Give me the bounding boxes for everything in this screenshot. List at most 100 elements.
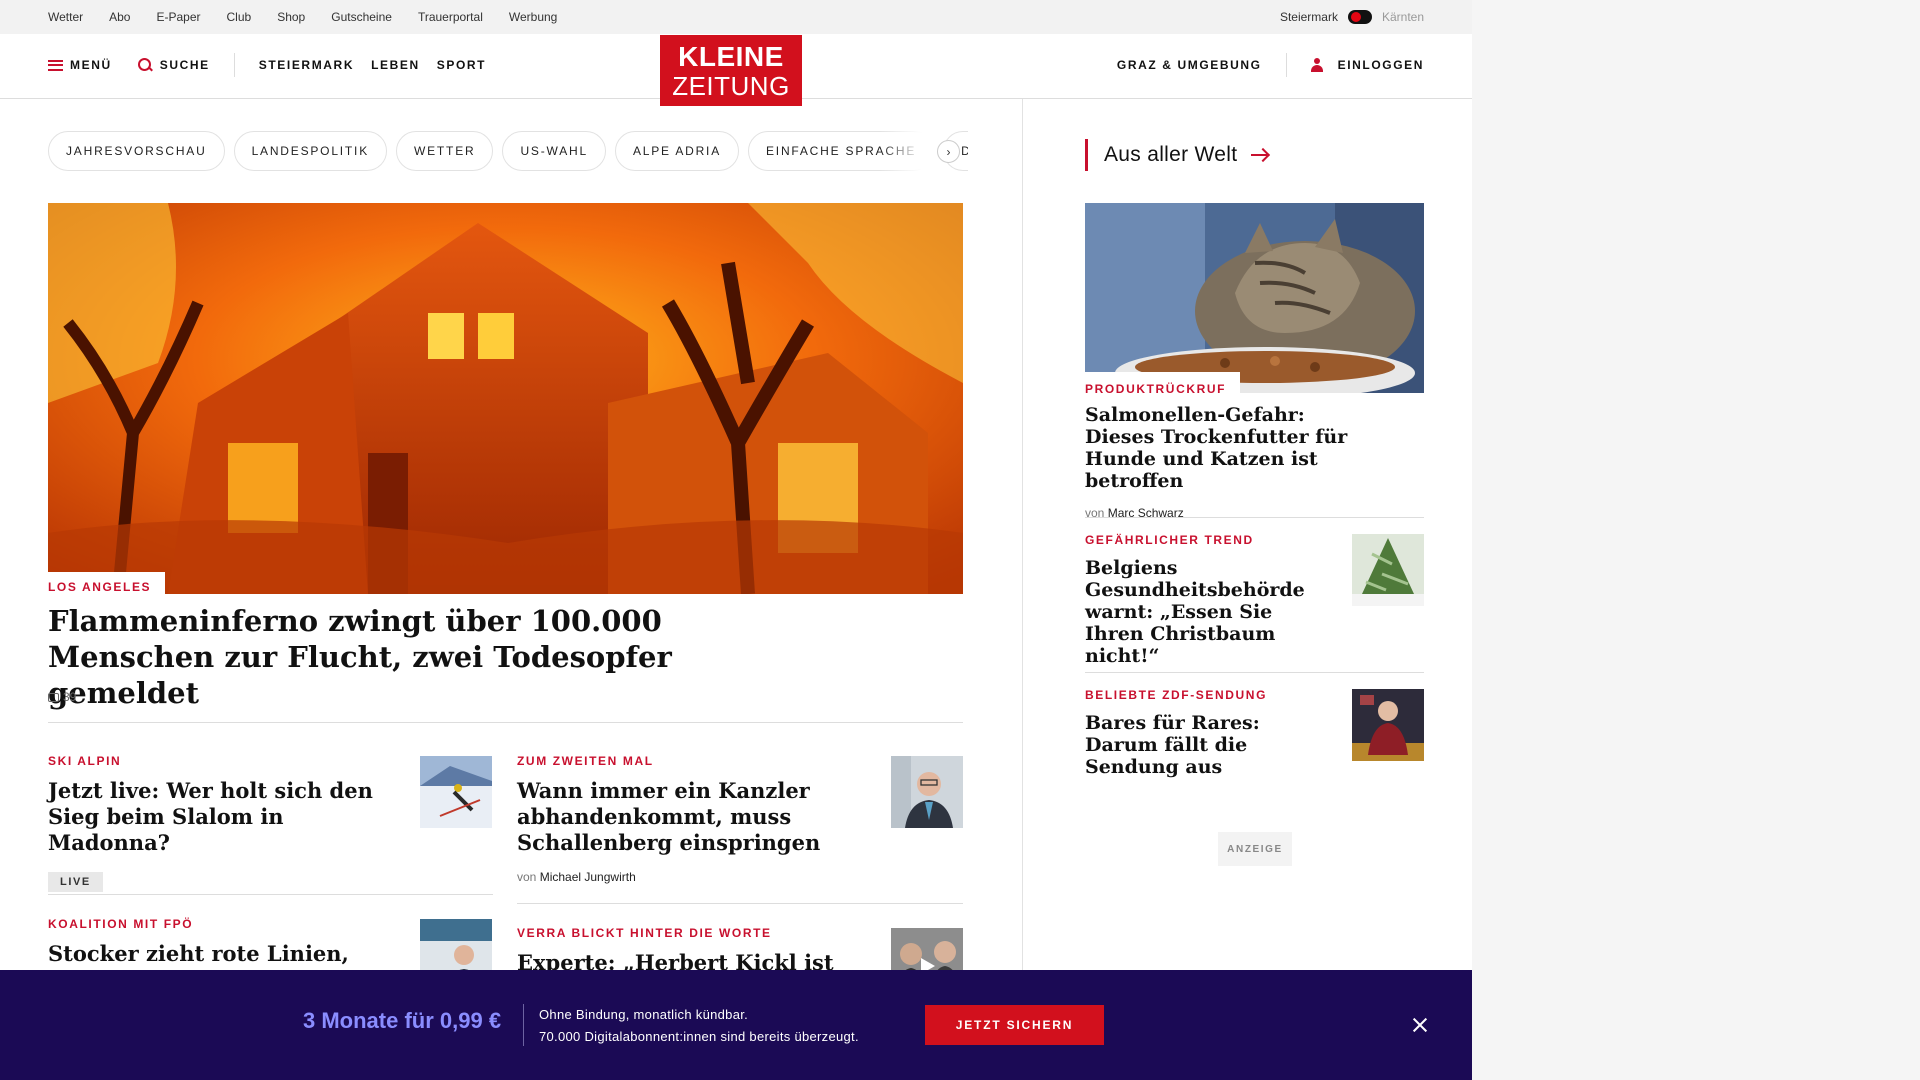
primary-nav: MENÜ SUCHE STEIERMARK LEBEN SPORT	[48, 34, 486, 96]
nav-divider	[233, 53, 235, 77]
utility-link-abo[interactable]: Abo	[109, 10, 130, 24]
nav-steiermark[interactable]: STEIERMARK	[259, 58, 354, 72]
region-toggle[interactable]	[1347, 10, 1372, 24]
region-link-graz[interactable]: GRAZ & UMGEBUNG	[1117, 58, 1262, 72]
site: Wetter Abo E-Paper Club Shop Gutscheine …	[0, 0, 1472, 1080]
sidebar-lead-headline: Salmonellen-Gefahr: Dieses Trockenfutter…	[1085, 404, 1348, 492]
byline-prefix: von	[517, 870, 537, 884]
arrow-right-icon	[1251, 149, 1269, 161]
nav-divider-right	[1285, 53, 1287, 77]
topic-chip-us-wahl[interactable]: US-WAHL	[502, 131, 606, 171]
teaser-divider	[517, 903, 963, 904]
sidebar-lead-teaser[interactable]: Salmonellen-Gefahr: Dieses Trockenfutter…	[1085, 404, 1355, 520]
sidebar-item-bares-fuer-rares[interactable]: BELIEBTE ZDF-SENDUNG Bares für Rares: Da…	[1085, 688, 1335, 778]
sidebar-item-headline: Bares für Rares: Darum fällt die Sendung…	[1085, 712, 1260, 778]
teaser-kicker: KOALITION MIT FPÖ	[48, 917, 194, 931]
sidebar-lead-image-cat[interactable]	[1085, 203, 1424, 393]
promo-divider	[523, 1004, 524, 1046]
subscription-banner: 3 Monate für 0,99 € Ohne Bindung, monatl…	[0, 970, 1472, 1080]
sidebar-lead-kicker-box: PRODUKTRÜCKRUF	[1085, 372, 1241, 398]
main-header: MENÜ SUCHE STEIERMARK LEBEN SPORT KLEINE…	[0, 34, 1472, 106]
sidebar-item-kicker: BELIEBTE ZDF-SENDUNG	[1085, 688, 1267, 702]
promo-line-1: Ohne Bindung, monatlich kündbar.	[539, 1007, 749, 1022]
sidebar-divider	[1085, 672, 1424, 673]
hero-divider	[48, 722, 963, 723]
teaser-ski-slalom[interactable]: SKI ALPIN Jetzt live: Wer holt sich den …	[48, 754, 378, 892]
kleine-zeitung-logo[interactable]: KLEINE ZEITUNG	[660, 35, 802, 106]
nav-sport-label: SPORT	[436, 58, 487, 72]
sidebar-item-headline: Belgiens Gesundheitsbehörde warnt: „Esse…	[1085, 557, 1305, 667]
section-aus-aller-welt[interactable]: Aus aller Welt	[1085, 139, 1269, 171]
comment-icon	[48, 692, 59, 702]
hero-image-fire[interactable]	[48, 203, 963, 594]
teaser-koalition[interactable]: KOALITION MIT FPÖ Stocker zieht rote Lin…	[48, 917, 378, 967]
teaser-thumb-skier[interactable]	[420, 756, 492, 828]
menu-label: MENÜ	[70, 58, 112, 72]
utility-link-gutscheine[interactable]: Gutscheine	[331, 10, 392, 24]
search-button[interactable]: SUCHE	[137, 57, 210, 73]
hero-kicker-box: LOS ANGELES	[48, 572, 166, 596]
byline-author[interactable]: Michael Jungwirth	[540, 870, 636, 884]
chevron-right-icon[interactable]: ›	[937, 140, 960, 163]
sidebar-thumb-christmas-tree[interactable]	[1352, 534, 1424, 606]
nav-steiermark-label: STEIERMARK	[258, 58, 355, 72]
hero-comments[interactable]: 39	[48, 690, 76, 704]
utility-link-epaper[interactable]: E-Paper	[156, 10, 200, 24]
utility-links: Wetter Abo E-Paper Club Shop Gutscheine …	[48, 0, 557, 34]
section-title: Aus aller Welt	[1104, 143, 1238, 166]
sidebar-item-christbaum[interactable]: GEFÄHRLICHER TREND Belgiens Gesundheitsb…	[1085, 533, 1335, 667]
topic-chips: JAHRESVORSCHAU LANDESPOLITIK WETTER US-W…	[48, 131, 968, 171]
menu-button[interactable]: MENÜ	[48, 58, 112, 72]
utility-link-wetter[interactable]: Wetter	[48, 10, 83, 24]
chips-fade	[880, 131, 940, 171]
hero-comment-count: 39	[63, 690, 77, 704]
login-button[interactable]: EINLOGGEN	[1310, 58, 1424, 72]
utility-link-trauerportal[interactable]: Trauerportal	[418, 10, 483, 24]
hero-headline[interactable]: Flammeninferno zwingt über 100.000 Mensc…	[48, 603, 808, 711]
ad-label: ANZEIGE	[1218, 832, 1292, 866]
topic-chip-jahresvorschau[interactable]: JAHRESVORSCHAU	[48, 131, 225, 171]
login-label: EINLOGGEN	[1337, 58, 1424, 72]
teaser-thumb-politician[interactable]	[891, 756, 963, 828]
utility-link-werbung[interactable]: Werbung	[509, 10, 557, 24]
teaser-headline: Wann immer ein Kanzler abhandenkommt, mu…	[517, 778, 821, 855]
utility-bar: Wetter Abo E-Paper Club Shop Gutscheine …	[0, 0, 1472, 34]
search-label: SUCHE	[159, 58, 210, 72]
subscribe-button[interactable]: JETZT SICHERN	[925, 1005, 1104, 1045]
utility-link-shop[interactable]: Shop	[277, 10, 305, 24]
secondary-nav: GRAZ & UMGEBUNG EINLOGGEN	[1117, 34, 1424, 96]
topic-chip-alpe-adria[interactable]: ALPE ADRIA	[614, 131, 739, 171]
logo-line-2: ZEITUNG	[672, 70, 790, 101]
sidebar-lead-kicker[interactable]: PRODUKTRÜCKRUF	[1085, 382, 1226, 396]
teaser-headline: Stocker zieht rote Linien,	[48, 941, 349, 966]
column-divider	[1022, 99, 1023, 1080]
teaser-byline: von Michael Jungwirth	[517, 870, 857, 884]
user-icon	[1310, 58, 1323, 72]
region-link-label: GRAZ & UMGEBUNG	[1116, 58, 1262, 72]
region-steiermark[interactable]: Steiermark	[1280, 10, 1338, 24]
utility-link-club[interactable]: Club	[227, 10, 252, 24]
region-kaernten[interactable]: Kärnten	[1382, 10, 1424, 24]
teaser-kicker: VERRA BLICKT HINTER DIE WORTE	[517, 926, 772, 940]
close-icon[interactable]	[1410, 1015, 1430, 1035]
sidebar-thumb-tv-show[interactable]	[1352, 689, 1424, 761]
teaser-schallenberg[interactable]: ZUM ZWEITEN MAL Wann immer ein Kanzler a…	[517, 754, 857, 884]
nav-leben[interactable]: LEBEN	[371, 58, 420, 72]
page: Wetter Abo E-Paper Club Shop Gutscheine …	[0, 0, 1920, 1080]
nav-sport[interactable]: SPORT	[437, 58, 486, 72]
teaser-headline: Jetzt live: Wer holt sich den Sieg beim …	[48, 778, 373, 855]
hero-kicker[interactable]: LOS ANGELES	[48, 580, 151, 594]
teaser-kicker: ZUM ZWEITEN MAL	[517, 754, 654, 768]
promo-price: 3 Monate für 0,99 €	[303, 1008, 502, 1033]
search-icon	[137, 57, 153, 73]
teaser-divider	[48, 894, 493, 895]
region-switch: Steiermark Kärnten	[1280, 0, 1424, 34]
live-badge: LIVE	[48, 872, 103, 892]
nav-leben-label: LEBEN	[371, 58, 420, 72]
teaser-kickl[interactable]: VERRA BLICKT HINTER DIE WORTE Experte: „…	[517, 926, 857, 976]
hamburger-icon	[48, 59, 63, 71]
sidebar-divider	[1085, 517, 1424, 518]
topic-chip-wetter[interactable]: WETTER	[396, 131, 494, 171]
logo-line-1: KLEINE	[678, 40, 784, 72]
topic-chip-landespolitik[interactable]: LANDESPOLITIK	[233, 131, 387, 171]
